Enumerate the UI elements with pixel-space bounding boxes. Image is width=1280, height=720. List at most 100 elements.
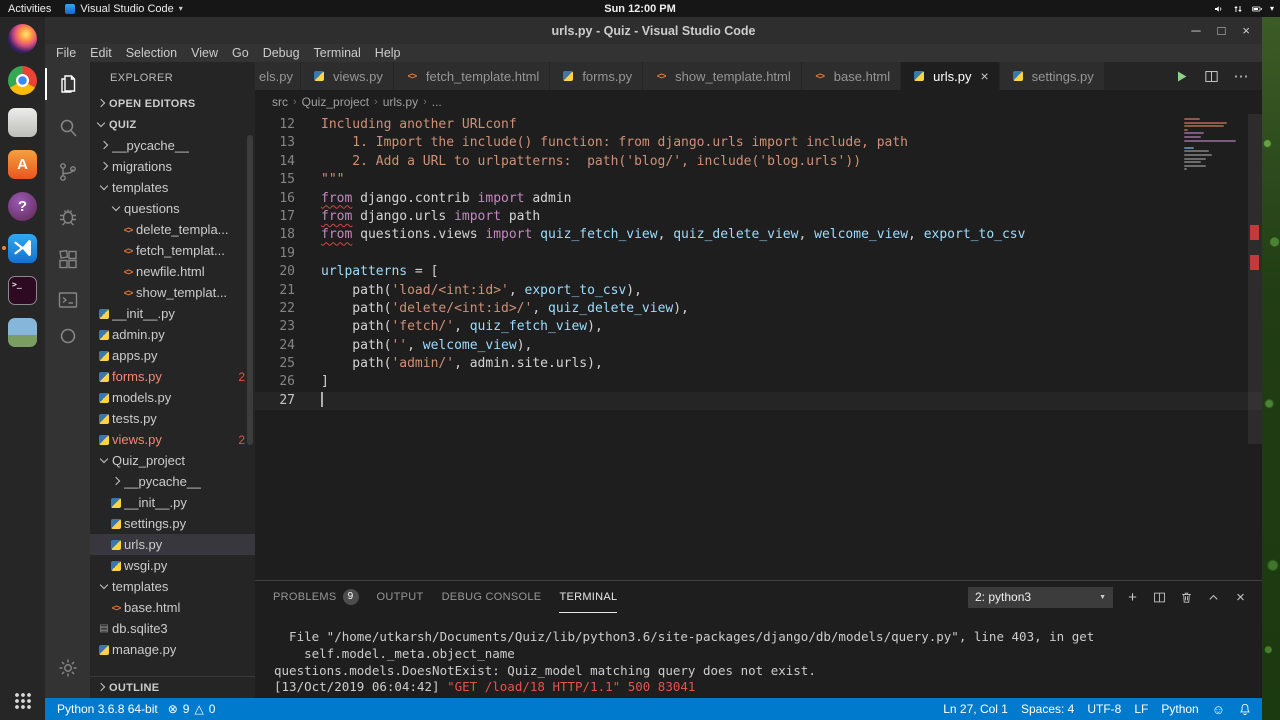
code-line-22[interactable]: 22 path('delete/<int:id>/', quiz_delete_… <box>255 300 1262 318</box>
code-line-17[interactable]: 17 from django.urls import path <box>255 208 1262 226</box>
tree-item-models.py[interactable]: models.py <box>90 387 255 408</box>
code-line-25[interactable]: 25 path('admin/', admin.site.urls), <box>255 355 1262 373</box>
tree-item-db.sqlite3[interactable]: ▤ db.sqlite3 <box>90 618 255 639</box>
menu-terminal[interactable]: Terminal <box>307 46 368 60</box>
breadcrumb-item[interactable]: urls.py <box>381 95 420 109</box>
terminal-output[interactable]: File "/home/utkarsh/Documents/Quiz/lib/p… <box>255 613 1262 698</box>
tab-settings.py[interactable]: settings.py <box>999 62 1105 90</box>
tree-item-Quiz_project[interactable]: Quiz_project <box>90 450 255 471</box>
terminal-selector[interactable]: 2: python3 ▼ <box>968 586 1113 608</box>
dock-item-firefox[interactable] <box>0 17 45 59</box>
dock-item-terminal-app[interactable]: >_ <box>0 269 45 311</box>
smiley-icon[interactable]: ☺ <box>1212 702 1225 717</box>
dock-item-help[interactable]: ? <box>0 185 45 227</box>
open-editors-section[interactable]: OPEN EDITORS <box>90 93 255 114</box>
tab-els.py[interactable]: els.py <box>255 62 301 90</box>
tab-forms.py[interactable]: forms.py <box>550 62 644 90</box>
gear-icon[interactable] <box>45 646 90 690</box>
code-line-23[interactable]: 23 path('fetch/', quiz_fetch_view), <box>255 318 1262 336</box>
menu-selection[interactable]: Selection <box>119 46 184 60</box>
tree-item-questions[interactable]: questions <box>90 198 255 219</box>
code-line-26[interactable]: 26] <box>255 373 1262 391</box>
menu-help[interactable]: Help <box>368 46 408 60</box>
encoding[interactable]: UTF-8 <box>1087 702 1121 716</box>
tab-fetch_template.html[interactable]: <> fetch_template.html <box>393 62 551 90</box>
editor-scrollbar[interactable] <box>1248 114 1262 580</box>
panel-tab-debug-console[interactable]: DEBUG CONSOLE <box>442 581 542 613</box>
menu-file[interactable]: File <box>49 46 83 60</box>
more-actions-button[interactable]: ⋯ <box>1228 63 1254 89</box>
tree-item-show_templat...[interactable]: <> show_templat... <box>90 282 255 303</box>
dock-item-image-viewer[interactable] <box>0 311 45 353</box>
tree-item-templates[interactable]: templates <box>90 576 255 597</box>
minimize-button[interactable]: ─ <box>1191 23 1200 38</box>
dock-item-vscode[interactable] <box>0 227 45 269</box>
bell-icon[interactable] <box>1238 702 1252 716</box>
maximize-panel-button[interactable] <box>1200 586 1227 608</box>
panel-tab-terminal[interactable]: TERMINAL <box>559 581 618 613</box>
tab-views.py[interactable]: views.py <box>301 62 394 90</box>
code-line-27[interactable]: 27 <box>255 391 1262 410</box>
tree-item-wsgi.py[interactable]: wsgi.py <box>90 555 255 576</box>
tree-item-urls.py[interactable]: urls.py <box>90 534 255 555</box>
cursor-position[interactable]: Ln 27, Col 1 <box>943 702 1008 716</box>
menu-debug[interactable]: Debug <box>256 46 307 60</box>
files-icon[interactable] <box>45 62 90 106</box>
extensions-icon[interactable] <box>45 238 90 282</box>
kill-terminal-button[interactable] <box>1173 586 1200 608</box>
tree-item-forms.py[interactable]: forms.py 2 <box>90 366 255 387</box>
dock-item-chrome[interactable] <box>0 59 45 101</box>
run-python-file-button[interactable] <box>1168 63 1194 89</box>
debug-icon[interactable] <box>45 194 90 238</box>
close-button[interactable]: × <box>1242 23 1250 38</box>
menu-view[interactable]: View <box>184 46 225 60</box>
tree-item-__init__.py[interactable]: __init__.py <box>90 303 255 324</box>
breadcrumb-item[interactable]: Quiz_project <box>300 95 371 109</box>
code-line-24[interactable]: 24 path('', welcome_view), <box>255 337 1262 355</box>
tree-item-templates[interactable]: templates <box>90 177 255 198</box>
menu-go[interactable]: Go <box>225 46 256 60</box>
tree-item-delete_templa...[interactable]: <> delete_templa... <box>90 219 255 240</box>
language-mode[interactable]: Python <box>1161 702 1198 716</box>
code-line-16[interactable]: 16 from django.contrib import admin <box>255 190 1262 208</box>
breadcrumb-item[interactable]: ... <box>430 95 444 109</box>
tree-item-manage.py[interactable]: manage.py <box>90 639 255 660</box>
tree-item-fetch_templat...[interactable]: <> fetch_templat... <box>90 240 255 261</box>
code-line-19[interactable]: 19 <box>255 245 1262 263</box>
minimap[interactable] <box>1184 118 1246 176</box>
new-terminal-button[interactable]: + <box>1119 586 1146 608</box>
code-line-14[interactable]: 14 2. Add a URL to urlpatterns: path('bl… <box>255 153 1262 171</box>
code-line-13[interactable]: 13 1. Import the include() function: fro… <box>255 134 1262 152</box>
menu-edit[interactable]: Edit <box>83 46 119 60</box>
clock[interactable]: Sun 12:00 PM <box>0 3 1280 15</box>
workspace-section[interactable]: QUIZ <box>90 114 255 135</box>
tree-item-apps.py[interactable]: apps.py <box>90 345 255 366</box>
code-line-21[interactable]: 21 path('load/<int:id>', export_to_csv), <box>255 282 1262 300</box>
search-icon[interactable] <box>45 106 90 150</box>
maximize-button[interactable]: □ <box>1218 23 1226 38</box>
sidebar-scrollbar[interactable] <box>247 135 253 445</box>
outline-section[interactable]: OUTLINE <box>90 676 255 698</box>
split-editor-button[interactable] <box>1198 63 1224 89</box>
tree-item-settings.py[interactable]: settings.py <box>90 513 255 534</box>
tree-item-views.py[interactable]: views.py 2 <box>90 429 255 450</box>
close-tab-icon[interactable]: × <box>980 68 988 84</box>
source-control-icon[interactable] <box>45 150 90 194</box>
show-applications-button[interactable] <box>0 682 45 720</box>
eol[interactable]: LF <box>1134 702 1148 716</box>
code-editor[interactable]: 12 Including another URLconf 13 1. Import … <box>255 114 1262 580</box>
tree-item-migrations[interactable]: migrations <box>90 156 255 177</box>
panel-tab-problems[interactable]: PROBLEMS 9 <box>273 581 359 613</box>
tab-show_template.html[interactable]: <> show_template.html <box>643 62 802 90</box>
dock-item-ubuntu-software[interactable]: A <box>0 143 45 185</box>
tree-item-admin.py[interactable]: admin.py <box>90 324 255 345</box>
tree-item-__init__.py[interactable]: __init__.py <box>90 492 255 513</box>
tree-item-base.html[interactable]: <> base.html <box>90 597 255 618</box>
dock-item-files-app[interactable] <box>0 101 45 143</box>
system-indicators[interactable]: ▾ <box>1213 0 1274 17</box>
terminal-box-icon[interactable] <box>45 282 90 318</box>
panel-tab-output[interactable]: OUTPUT <box>377 581 424 613</box>
code-line-15[interactable]: 15 """ <box>255 171 1262 189</box>
split-terminal-button[interactable] <box>1146 586 1173 608</box>
code-line-12[interactable]: 12 Including another URLconf <box>255 116 1262 134</box>
